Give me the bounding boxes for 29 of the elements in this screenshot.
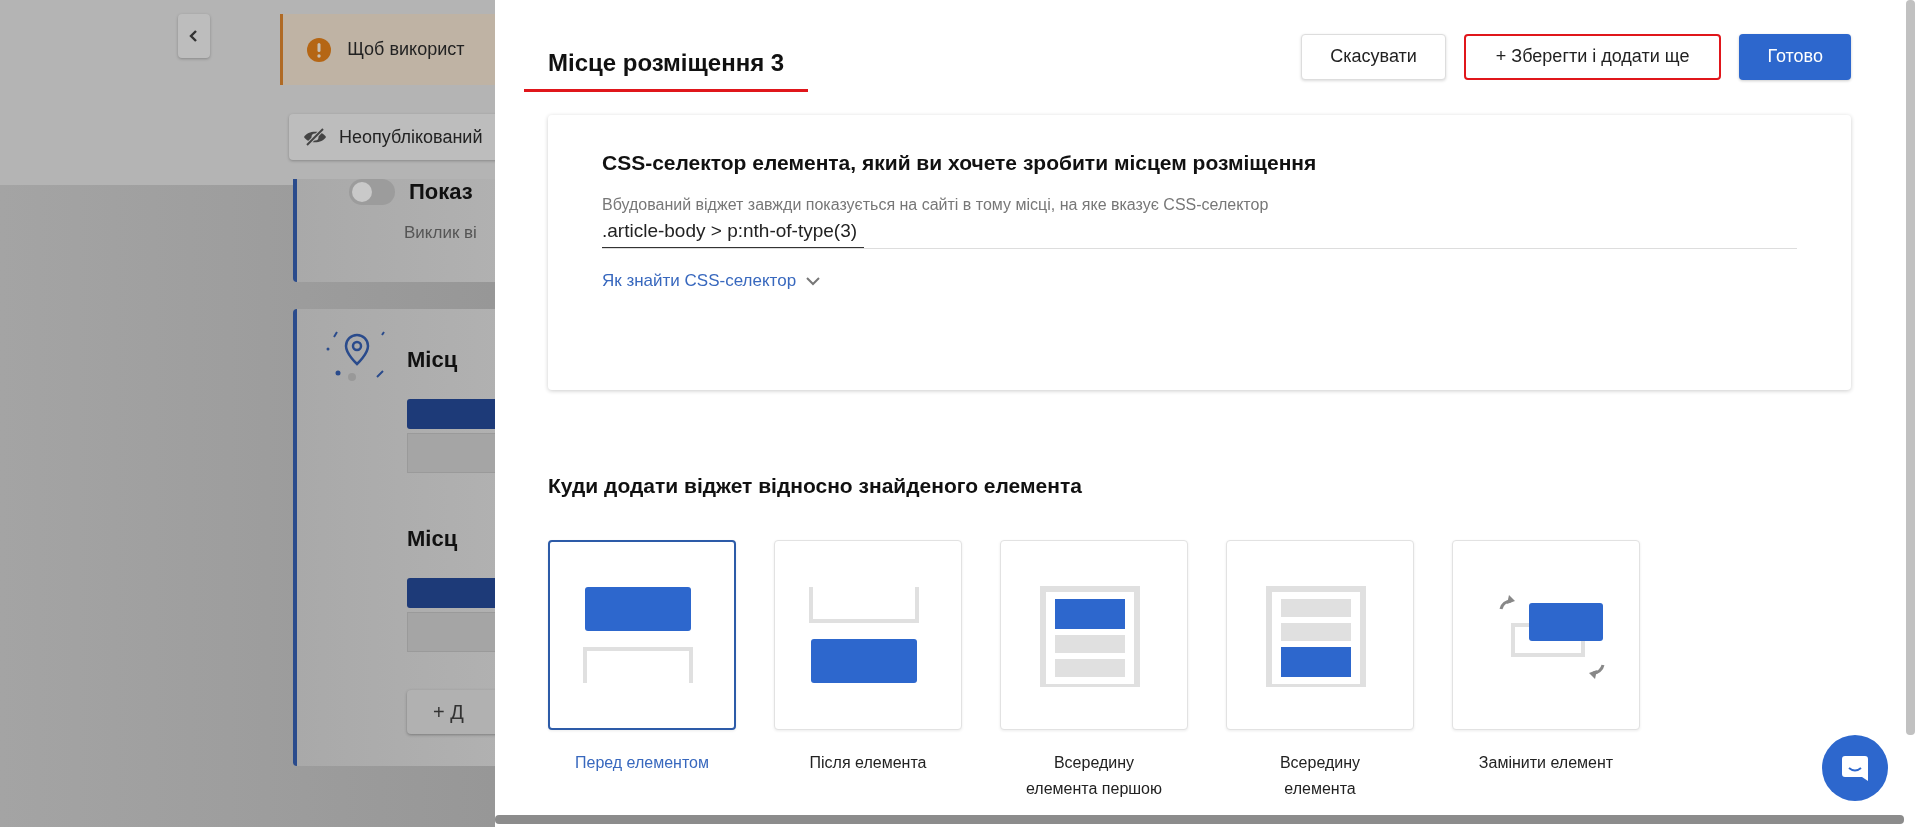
save-and-add-button[interactable]: + Зберегти і додати ще [1463,33,1722,80]
option-label: Замінити елемент [1477,753,1615,773]
cancel-button[interactable]: Скасувати [1301,33,1446,80]
option-label: Перед елементом [574,753,710,773]
card-title: Показ [409,179,473,205]
option-label: Після елемента [808,753,928,773]
help-link[interactable]: Як знайти CSS-селектор [602,271,821,291]
scrollbar[interactable] [495,815,1904,824]
selector-description: Вбудований віджет завжди показується на сайті в тому місці, на яке вказує CSS-селектор [602,196,1269,214]
status-button[interactable]: Неопублікований [289,114,495,160]
option-label: Всередину елемента першою [1025,753,1163,799]
add-button[interactable]: + Д [407,690,495,734]
toggle-switch[interactable] [349,179,395,205]
warning-icon [307,37,332,62]
section-title: Місц [407,347,459,373]
option-label: Всередину елемента [1278,753,1362,799]
chat-icon [1840,753,1870,783]
position-heading: Куди додати віджет відносно знайденого елемента [548,474,1083,498]
scrollbar[interactable] [1906,0,1915,735]
warning-text: Щоб використ [347,39,465,60]
selector-input[interactable]: .article-body > p:nth-of-type(3) [602,218,864,248]
selector-heading: CSS-селектор елемента, який ви хочете зробити місцем розміщення [602,151,1317,175]
done-button[interactable]: Готово [1739,33,1851,80]
card-subtitle: Виклик ві [404,223,477,243]
section-title: Місц [407,526,459,552]
chevron-down-icon [806,276,821,286]
position-option[interactable] [548,540,736,730]
hidden-eye-icon [303,128,327,146]
dialog-title: Місце розміщення 3 [524,41,809,92]
